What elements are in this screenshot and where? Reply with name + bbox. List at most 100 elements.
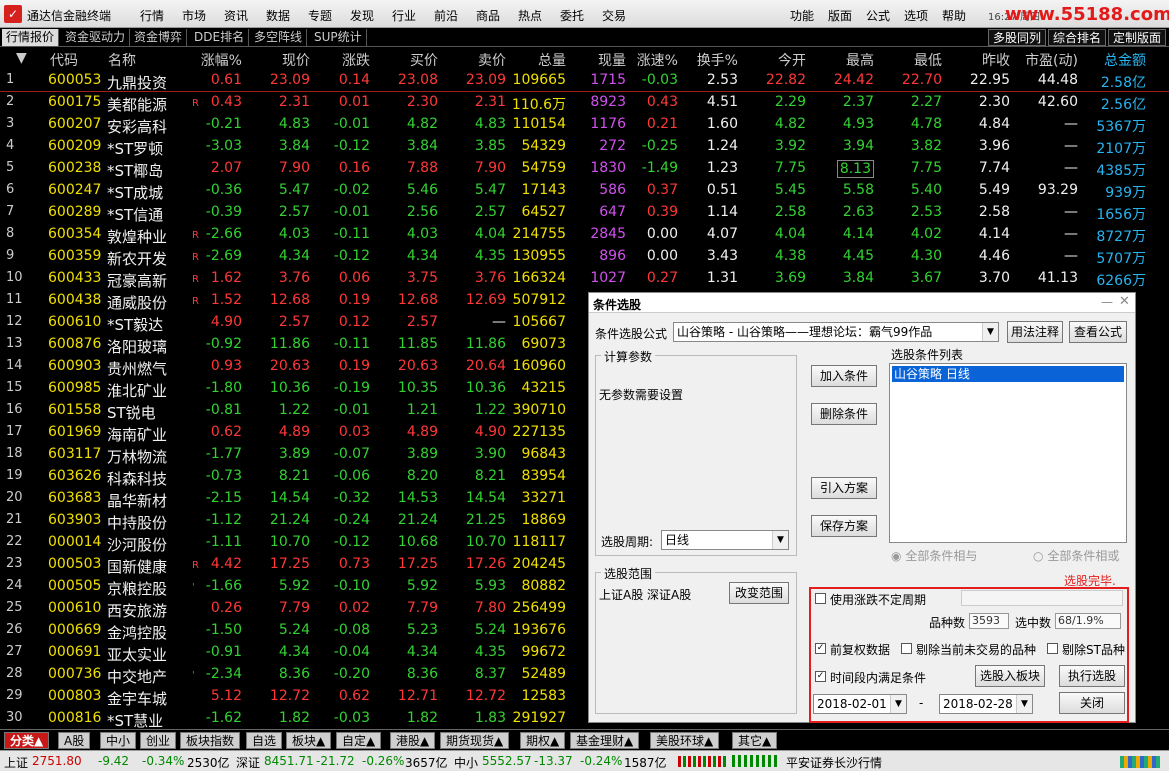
cell-4: -0.11 — [333, 226, 370, 242]
exclude-untraded-checkbox[interactable] — [901, 643, 912, 654]
column-header[interactable]: 卖价 — [478, 50, 506, 70]
exclude-st-checkbox[interactable] — [1047, 643, 1058, 654]
view-tab[interactable]: SUP统计 — [310, 29, 367, 46]
date-to-select[interactable]: 2018-02-28 ▼ — [939, 694, 1033, 714]
minimize-icon[interactable]: — — [1101, 295, 1113, 309]
column-header[interactable]: 昨收 — [982, 50, 1010, 70]
column-header[interactable]: 名称 — [108, 50, 136, 70]
date-from-select[interactable]: 2018-02-01 ▼ — [813, 694, 907, 714]
change-range-button[interactable]: 改变范围 — [729, 582, 789, 604]
view-tab[interactable]: 行情报价 — [2, 29, 60, 46]
menu-item[interactable]: 资讯 — [224, 7, 248, 24]
sort-icon[interactable]: ▼ — [16, 50, 27, 66]
table-row[interactable]: 1 600053 九鼎投资 0.61 23.09 0.14 23.08 23.09 109665… — [0, 70, 1169, 92]
stock-name: 万林物流 — [107, 448, 168, 466]
period-select[interactable]: 日线 ▼ — [661, 530, 789, 550]
column-header[interactable]: 涨速% — [637, 50, 678, 70]
table-row[interactable]: 2 600175 美都能源 R 0.43 2.31 0.01 2.30 2.31 110.6万 89… — [0, 92, 1169, 114]
menu-item[interactable]: 委托 — [560, 7, 584, 24]
run-filter-button[interactable]: 执行选股 — [1059, 665, 1125, 687]
column-header[interactable]: 最高 — [846, 50, 874, 70]
column-header[interactable]: 总金额 — [1104, 50, 1146, 70]
column-header[interactable]: 代码 — [50, 50, 78, 70]
cell-10: 4.07 — [706, 226, 738, 242]
column-header[interactable]: 买价 — [410, 50, 438, 70]
column-header[interactable]: 市盈(动) — [1025, 50, 1078, 70]
view-tab[interactable]: 资金博弈 — [130, 29, 188, 46]
category-tab[interactable]: 基金理财▲ — [570, 732, 640, 749]
cell-5: 1.21 — [406, 402, 438, 418]
menu-item[interactable]: 发现 — [350, 7, 374, 24]
uncertain-period-checkbox[interactable] — [815, 593, 826, 604]
view-tab[interactable]: DDE排名 — [190, 29, 250, 46]
layout-tab[interactable]: 多股同列 — [988, 29, 1047, 46]
radio-or[interactable]: ○ 全部条件相或 — [1033, 547, 1119, 564]
column-header[interactable]: 换手% — [697, 50, 738, 70]
condition-list-item[interactable]: 山谷策略 日线 — [892, 366, 1124, 382]
column-header[interactable]: 今开 — [778, 50, 806, 70]
table-row[interactable]: 9 600359 新农开发 R -2.69 4.34 -0.12 4.34 4.35 130955… — [0, 246, 1169, 268]
column-header[interactable]: 涨跌 — [342, 50, 370, 70]
category-tab[interactable]: 期货现货▲ — [440, 732, 510, 749]
close-icon[interactable]: ✕ — [1119, 294, 1130, 309]
cell-7: 99672 — [521, 644, 566, 660]
column-header[interactable]: 现价 — [282, 50, 310, 70]
table-row[interactable]: 3 600207 安彩高科 -0.21 4.83 -0.01 4.82 4.83 110154 1… — [0, 114, 1169, 136]
table-row[interactable]: 8 600354 敦煌种业 R -2.66 4.03 -0.11 4.03 4.04 214755… — [0, 224, 1169, 246]
menu-item[interactable]: 帮助 — [942, 7, 966, 24]
usage-button[interactable]: 用法注释 — [1007, 321, 1063, 343]
column-header[interactable]: 现量 — [598, 50, 626, 70]
view-tab[interactable]: 多空阵线 — [250, 29, 308, 46]
menu-item[interactable]: 市场 — [182, 7, 206, 24]
menu-item[interactable]: 公式 — [866, 7, 890, 24]
table-row[interactable]: 6 600247 *ST成城 -0.36 5.47 -0.02 5.46 5.47 17143 5… — [0, 180, 1169, 202]
menu-item[interactable]: 热点 — [518, 7, 542, 24]
category-tab[interactable]: 自定▲ — [336, 732, 382, 749]
category-tab[interactable]: 期权▲ — [520, 732, 566, 749]
column-header[interactable]: 涨幅% — [201, 50, 242, 70]
table-row[interactable]: 4 600209 *ST罗顿 -3.03 3.84 -0.12 3.84 3.85 54329 2… — [0, 136, 1169, 158]
close-button[interactable]: 关闭 — [1059, 692, 1125, 714]
table-row[interactable]: 7 600289 *ST信通 -0.39 2.57 -0.01 2.56 2.57 64527 6… — [0, 202, 1169, 224]
view-tab[interactable]: 资金驱动力 — [61, 29, 131, 46]
radio-and[interactable]: ◉ 全部条件相与 — [891, 547, 977, 564]
layout-tab[interactable]: 综合排名 — [1048, 29, 1107, 46]
menu-item[interactable]: 数据 — [266, 7, 290, 24]
table-row[interactable]: 10 600433 冠豪高新 R 1.62 3.76 0.06 3.75 3.76 166324 1… — [0, 268, 1169, 290]
category-tab[interactable]: 港股▲ — [390, 732, 436, 749]
category-tab[interactable]: 美股环球▲ — [650, 732, 720, 749]
menu-item[interactable]: 行业 — [392, 7, 416, 24]
menu-item[interactable]: 商品 — [476, 7, 500, 24]
menu-item[interactable]: 选项 — [904, 7, 928, 24]
add-condition-button[interactable]: 加入条件 — [811, 365, 877, 387]
cell-3: 21.24 — [269, 512, 310, 528]
formula-select[interactable]: 山谷策略 - 山谷策略——理想论坛：霸气99作品 ▼ — [673, 322, 999, 342]
category-tab[interactable]: 其它▲ — [732, 732, 778, 749]
category-tab[interactable]: 板块指数 — [180, 732, 241, 749]
menu-item[interactable]: 专题 — [308, 7, 332, 24]
category-tab[interactable]: 自选 — [246, 732, 283, 749]
category-tab[interactable]: 分类▲ — [4, 732, 50, 749]
category-tab[interactable]: 中小 — [100, 732, 137, 749]
menu-item[interactable]: 版面 — [828, 7, 852, 24]
condition-list[interactable]: 山谷策略 日线 — [889, 363, 1127, 543]
layout-tab[interactable]: 定制版面 — [1108, 29, 1167, 46]
menu-item[interactable]: 交易 — [602, 7, 626, 24]
menu-item[interactable]: 行情 — [140, 7, 164, 24]
category-tab[interactable]: A股 — [58, 732, 91, 749]
column-header[interactable]: 总量 — [538, 50, 566, 70]
table-row[interactable]: 5 600238 *ST椰岛 2.07 7.90 0.16 7.88 7.90 54759 183… — [0, 158, 1169, 180]
view-formula-button[interactable]: 查看公式 — [1069, 321, 1127, 343]
time-range-checkbox[interactable]: ✓ — [815, 671, 826, 682]
category-tab[interactable]: 板块▲ — [286, 732, 332, 749]
save-scheme-button[interactable]: 保存方案 — [811, 515, 877, 537]
column-header[interactable]: 最低 — [914, 50, 942, 70]
menu-item[interactable]: 功能 — [790, 7, 814, 24]
forward-adjust-checkbox[interactable]: ✓ — [815, 643, 826, 654]
to-block-button[interactable]: 选股入板块 — [975, 665, 1045, 687]
menu-item[interactable]: 前沿 — [434, 7, 458, 24]
category-tab[interactable]: 创业 — [140, 732, 177, 749]
delete-condition-button[interactable]: 删除条件 — [811, 403, 877, 425]
import-scheme-button[interactable]: 引入方案 — [811, 477, 877, 499]
row-index: 29 — [6, 688, 23, 703]
